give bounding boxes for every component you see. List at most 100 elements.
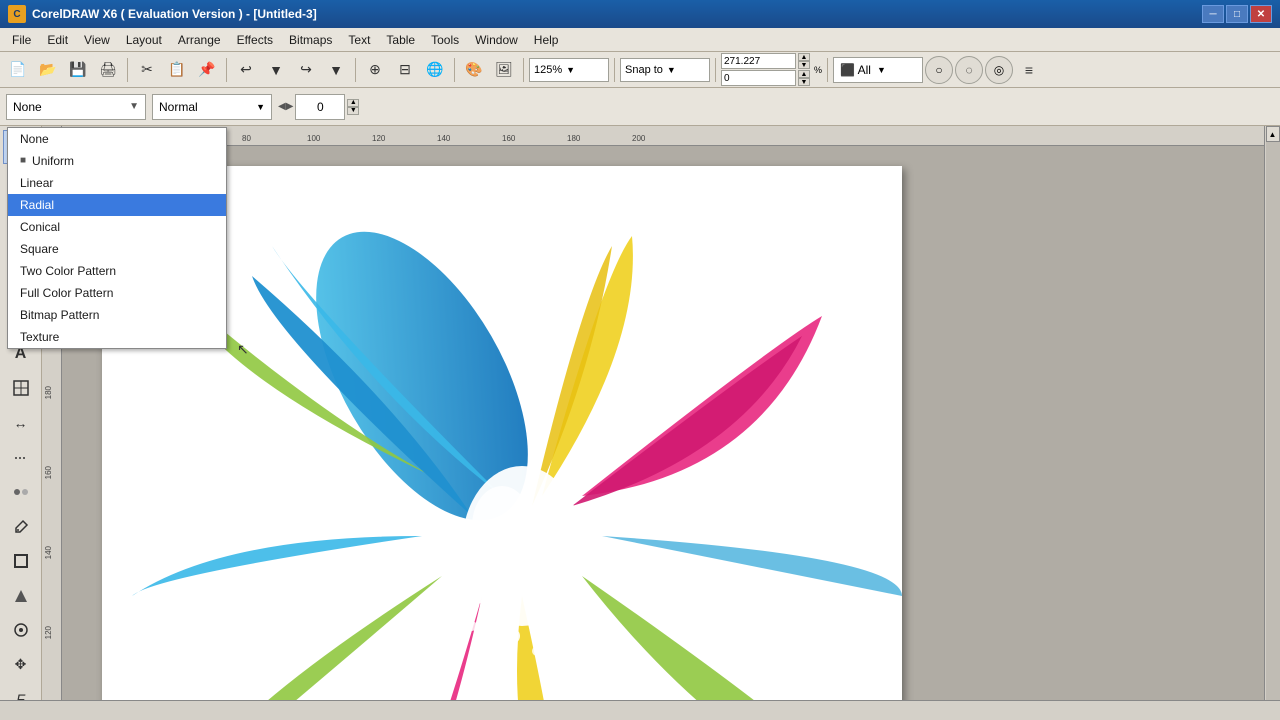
separator-6: [614, 58, 615, 82]
app-icon: C: [8, 5, 26, 23]
circle-button-3[interactable]: ◎: [985, 56, 1013, 84]
coord-y-input[interactable]: [721, 70, 796, 86]
export-button[interactable]: ⊟: [391, 56, 419, 84]
separator-3: [355, 58, 356, 82]
coord-x-down[interactable]: ▼: [798, 61, 810, 69]
coord-group: ▲ ▼ ▲ ▼: [721, 53, 810, 86]
separator-2: [226, 58, 227, 82]
redo-button[interactable]: ↪: [292, 56, 320, 84]
fill-option-none[interactable]: None: [8, 128, 226, 150]
maximize-button[interactable]: □: [1226, 5, 1248, 23]
fill-option-conical[interactable]: Conical: [8, 216, 226, 238]
fill-color-button[interactable]: 🎨: [460, 56, 488, 84]
fill-option-bitmap[interactable]: Bitmap Pattern: [8, 304, 226, 326]
texture-label: Texture: [20, 330, 59, 344]
options-button[interactable]: ≡: [1015, 56, 1043, 84]
fill-option-two-color[interactable]: Two Color Pattern: [8, 260, 226, 282]
menu-bitmaps[interactable]: Bitmaps: [281, 29, 340, 51]
uniform-icon: ■: [20, 155, 26, 166]
circle-button-2[interactable]: ◌: [955, 56, 983, 84]
fill-option-full-color[interactable]: Full Color Pattern: [8, 282, 226, 304]
fill-option-uniform[interactable]: ■ Uniform: [8, 150, 226, 172]
ruler-vmark-180: 180: [44, 386, 53, 399]
tool-dimension[interactable]: ↔: [3, 406, 39, 440]
separator-4: [454, 58, 455, 82]
two-color-label: Two Color Pattern: [20, 264, 116, 278]
opacity-spin: ▲ ▼: [347, 99, 359, 115]
all-dropdown[interactable]: ⬛ All ▼: [833, 57, 923, 83]
circle-button-1[interactable]: ○: [925, 56, 953, 84]
ruler-vmark-120: 120: [44, 626, 53, 639]
fill-type-menu: None ■ Uniform Linear Radial Conical Squ…: [7, 127, 227, 349]
tool-interactive[interactable]: [3, 613, 39, 647]
coord-x-input[interactable]: [721, 53, 796, 69]
tool-table[interactable]: [3, 372, 39, 406]
coord-y-up[interactable]: ▲: [798, 70, 810, 78]
scroll-up-button[interactable]: ▲: [1266, 126, 1280, 142]
new-button[interactable]: 📄: [4, 56, 32, 84]
undo-dropdown[interactable]: ▼: [262, 56, 290, 84]
bitmap-button[interactable]: 🖼: [490, 56, 518, 84]
publish-button[interactable]: 🌐: [421, 56, 449, 84]
menu-text[interactable]: Text: [340, 29, 378, 51]
opacity-input[interactable]: [295, 94, 345, 120]
square-label: Square: [20, 242, 59, 256]
scroll-track[interactable]: [1266, 142, 1280, 704]
coord-y-down[interactable]: ▼: [798, 78, 810, 86]
copy-button[interactable]: 📋: [163, 56, 191, 84]
save-button[interactable]: 💾: [64, 56, 92, 84]
menu-window[interactable]: Window: [467, 29, 526, 51]
tool-transform[interactable]: ✥: [3, 648, 39, 682]
blend-mode-label: Normal: [159, 100, 198, 114]
import-button[interactable]: ⊕: [361, 56, 389, 84]
opacity-down[interactable]: ▼: [347, 107, 359, 115]
all-label: ⬛ All: [840, 63, 871, 77]
undo-button[interactable]: ↩: [232, 56, 260, 84]
window-controls: ─ □ ✕: [1202, 5, 1272, 23]
menu-edit[interactable]: Edit: [39, 29, 76, 51]
tool-outline[interactable]: [3, 544, 39, 578]
fill-option-linear[interactable]: Linear: [8, 172, 226, 194]
menu-tools[interactable]: Tools: [423, 29, 467, 51]
radial-label: Radial: [20, 198, 54, 212]
menu-view[interactable]: View: [76, 29, 118, 51]
window-title: CorelDRAW X6 ( Evaluation Version ) - [U…: [32, 7, 317, 21]
print-button[interactable]: 🖨: [94, 56, 122, 84]
all-arrow: ▼: [877, 65, 886, 75]
minimize-button[interactable]: ─: [1202, 5, 1224, 23]
fill-option-texture[interactable]: Texture: [8, 326, 226, 348]
menu-table[interactable]: Table: [378, 29, 423, 51]
right-scrollbar[interactable]: ▲ ▼: [1264, 126, 1280, 720]
fill-type-dropdown[interactable]: None ▼ None ■ Uniform Linear Radial Coni…: [6, 94, 146, 120]
close-button[interactable]: ✕: [1250, 5, 1272, 23]
coord-unit: %: [814, 65, 822, 75]
coord-x-up[interactable]: ▲: [798, 53, 810, 61]
ruler-mark-160: 160: [502, 134, 515, 145]
menu-arrange[interactable]: Arrange: [170, 29, 229, 51]
paste-button[interactable]: 📌: [193, 56, 221, 84]
separator-7: [715, 58, 716, 82]
zoom-dropdown[interactable]: 125% ▼: [529, 58, 609, 82]
ruler-mark-80: 80: [242, 134, 251, 145]
snap-arrow: ▼: [667, 65, 676, 75]
opacity-up[interactable]: ▲: [347, 99, 359, 107]
tool-connector[interactable]: [3, 441, 39, 475]
tool-eyedropper[interactable]: [3, 510, 39, 544]
opacity-arrows: ◀▶: [278, 101, 293, 112]
ruler-mark-100: 100: [307, 134, 320, 145]
menu-layout[interactable]: Layout: [118, 29, 170, 51]
fill-option-square[interactable]: Square: [8, 238, 226, 260]
redo-dropdown[interactable]: ▼: [322, 56, 350, 84]
menu-help[interactable]: Help: [526, 29, 567, 51]
blend-mode-dropdown[interactable]: Normal ▼: [152, 94, 272, 120]
menu-file[interactable]: File: [4, 29, 39, 51]
tool-blend[interactable]: [3, 475, 39, 509]
cut-button[interactable]: ✂: [133, 56, 161, 84]
tool-fill[interactable]: [3, 579, 39, 613]
toolbar: 📄 📂 💾 🖨 ✂ 📋 📌 ↩ ▼ ↪ ▼ ⊕ ⊟ 🌐 🎨 🖼 125% ▼ S…: [0, 52, 1280, 88]
menu-effects[interactable]: Effects: [229, 29, 281, 51]
ruler-vmark-160: 160: [44, 466, 53, 479]
snap-dropdown[interactable]: Snap to ▼: [620, 58, 710, 82]
open-button[interactable]: 📂: [34, 56, 62, 84]
fill-option-radial[interactable]: Radial: [8, 194, 226, 216]
